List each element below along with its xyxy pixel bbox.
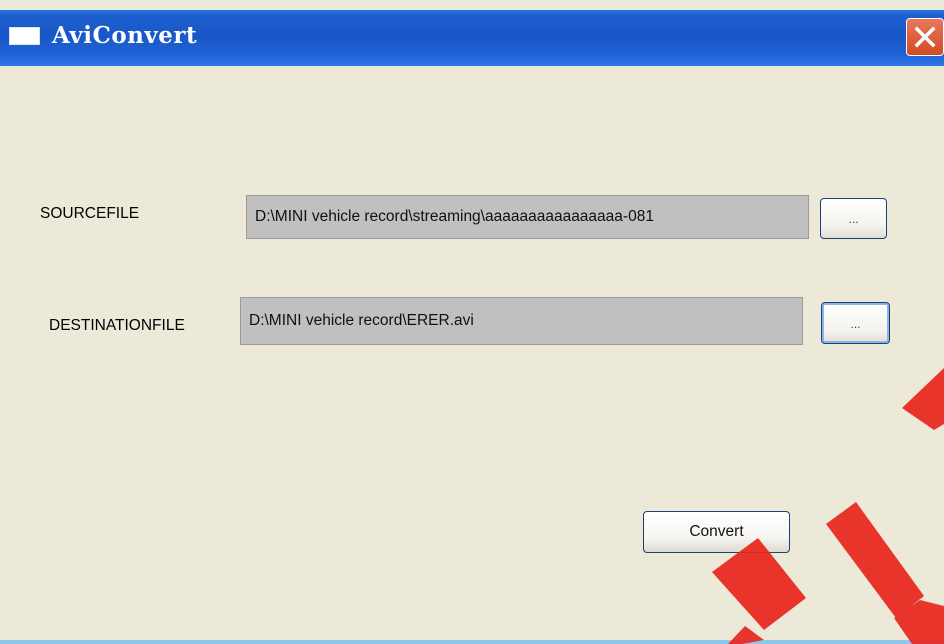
source-browse-button[interactable]: ... xyxy=(820,198,887,239)
window-title: AviConvert xyxy=(52,22,198,49)
app-window-icon xyxy=(9,27,40,45)
destination-file-field[interactable]: D:\MINI vehicle record\ERER.avi xyxy=(240,297,803,345)
source-file-label: SOURCEFILE xyxy=(40,205,140,222)
title-bar: AviConvert xyxy=(0,0,944,88)
aviconvert-window: AviConvert SOURCEFILE D:\MINI vehicle re… xyxy=(0,0,944,644)
destination-browse-button[interactable]: ... xyxy=(821,302,890,344)
destination-file-label: DESTINATIONFILE xyxy=(49,317,185,334)
convert-button[interactable]: Convert xyxy=(643,511,790,553)
source-file-field[interactable]: D:\MINI vehicle record\streaming\aaaaaaa… xyxy=(246,195,809,239)
window-bottom-border xyxy=(0,640,944,644)
close-icon xyxy=(914,26,936,48)
close-button[interactable] xyxy=(906,18,944,56)
